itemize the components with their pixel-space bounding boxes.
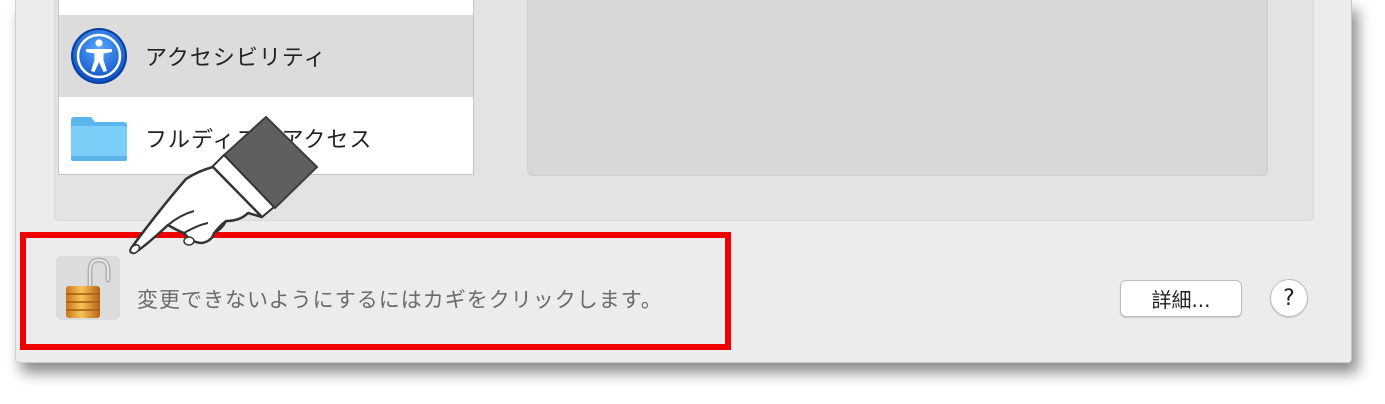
sidebar-item-accessibility[interactable]: アクセシビリティ [59, 15, 473, 97]
list-row-partial[interactable] [59, 0, 473, 16]
pointing-hand-icon [129, 115, 319, 255]
sidebar-item-label: アクセシビリティ [145, 46, 327, 71]
advanced-button[interactable]: 詳細... [1120, 280, 1242, 317]
app-permission-list[interactable] [527, 0, 1268, 176]
accessibility-icon [71, 28, 127, 84]
help-button[interactable]: ? [1270, 279, 1308, 317]
